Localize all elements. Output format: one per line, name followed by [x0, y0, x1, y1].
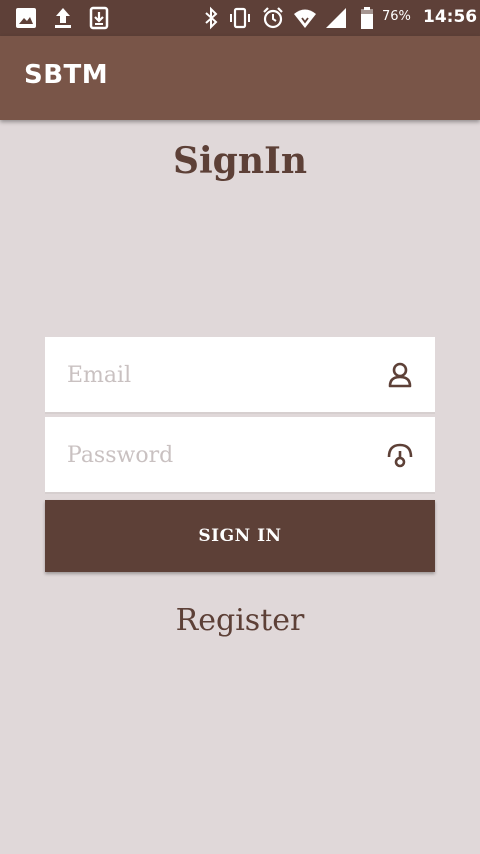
password-field	[45, 417, 435, 494]
sign-in-button[interactable]: SIGN IN	[45, 500, 435, 572]
page-title: SignIn	[172, 140, 308, 182]
email-field	[45, 337, 435, 414]
key-icon	[387, 443, 413, 468]
signal-icon	[326, 8, 346, 28]
email-input[interactable]	[67, 355, 367, 395]
status-bar: 76% 14:56	[0, 0, 480, 36]
vibrate-icon	[230, 7, 250, 29]
battery-icon	[361, 7, 373, 29]
register-link[interactable]: Register	[0, 603, 480, 638]
user-icon	[388, 362, 412, 388]
bluetooth-icon	[205, 6, 218, 30]
app-bar: SBTM	[0, 36, 480, 120]
app-title: SBTM	[24, 60, 109, 90]
image-icon	[16, 8, 36, 28]
status-time: 14:56	[423, 7, 478, 27]
wifi-icon	[294, 9, 316, 28]
password-input[interactable]	[67, 435, 367, 475]
upload-icon	[55, 8, 71, 28]
alarm-icon	[263, 7, 283, 29]
download-icon	[89, 6, 109, 30]
battery-percent: 76%	[382, 9, 411, 24]
